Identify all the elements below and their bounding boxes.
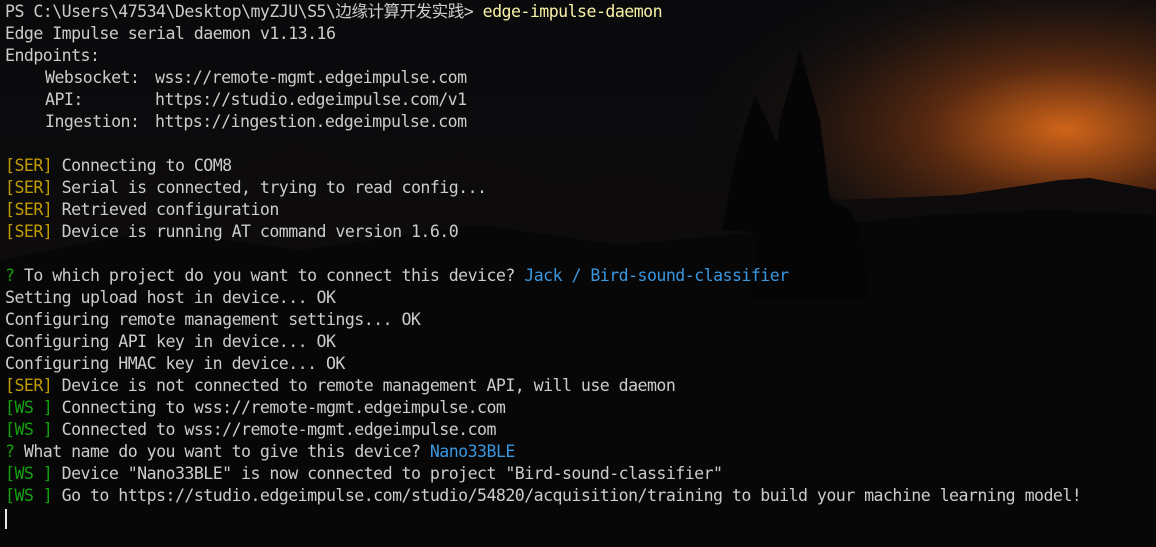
ws-tag: [WS ]: [5, 398, 53, 417]
log-text: Device "Nano33BLE" is now connected to p…: [61, 464, 723, 483]
log-line: [WS ] Go to https://studio.edgeimpulse.c…: [5, 485, 1156, 507]
status-line: Setting upload host in device... OK: [5, 288, 336, 307]
prompt-line: PS C:\Users\47534\Desktop\myZJU\S5\边缘计算开…: [5, 1, 1156, 23]
log-line: [SER] Device is not connected to remote …: [5, 375, 1156, 397]
question-line: ? To which project do you want to connec…: [5, 265, 1156, 287]
version-line: Edge Impulse serial daemon v1.13.16: [5, 24, 336, 43]
log-line: [SER] Serial is connected, trying to rea…: [5, 177, 1156, 199]
ws-tag: [WS ]: [5, 464, 53, 483]
question-text: To which project do you want to connect …: [23, 266, 515, 285]
ws-tag: [WS ]: [5, 486, 53, 505]
status-line: Configuring HMAC key in device... OK: [5, 354, 345, 373]
endpoint-api: API: https://studio.edgeimpulse.com/v1: [5, 89, 1156, 111]
endpoint-websocket: Websocket: wss://remote-mgmt.edgeimpulse.…: [5, 67, 1156, 89]
log-text: Connecting to wss://remote-mgmt.edgeimpu…: [61, 398, 506, 417]
log-text: Serial is connected, trying to read conf…: [61, 178, 487, 197]
status-line: Configuring API key in device... OK: [5, 332, 336, 351]
endpoint-value: wss://remote-mgmt.edgeimpulse.com: [155, 68, 467, 87]
terminal-output: PS C:\Users\47534\Desktop\myZJU\S5\边缘计算开…: [5, 1, 1156, 529]
endpoint-key: Websocket:: [45, 68, 140, 87]
question-mark: ?: [5, 266, 15, 285]
prompt-path: PS C:\Users\47534\Desktop\myZJU\S5\边缘计算开…: [5, 2, 474, 21]
question-answer: Jack / Bird-sound-classifier: [524, 266, 789, 285]
input-line[interactable]: [5, 507, 1156, 529]
endpoint-value: https://studio.edgeimpulse.com/v1: [155, 90, 467, 109]
log-text: Connected to wss://remote-mgmt.edgeimpul…: [61, 420, 497, 439]
log-text: Retrieved configuration: [61, 200, 280, 219]
endpoint-value: https://ingestion.edgeimpulse.com: [155, 112, 467, 131]
endpoints-title: Endpoints:: [5, 46, 100, 65]
ser-tag: [SER]: [5, 178, 53, 197]
question-text: What name do you want to give this devic…: [23, 442, 421, 461]
prompt-command: edge-impulse-daemon: [482, 2, 663, 21]
question-line: ? What name do you want to give this dev…: [5, 441, 1156, 463]
log-line: [WS ] Device "Nano33BLE" is now connecte…: [5, 463, 1156, 485]
log-text: Device is running AT command version 1.6…: [61, 222, 459, 241]
endpoint-key: API:: [45, 90, 83, 109]
log-line: [SER] Device is running AT command versi…: [5, 221, 1156, 243]
endpoint-key: Ingestion:: [45, 112, 140, 131]
ser-tag: [SER]: [5, 200, 53, 219]
status-line: Configuring remote management settings..…: [5, 310, 421, 329]
question-mark: ?: [5, 442, 15, 461]
question-answer: Nano33BLE: [429, 442, 516, 461]
log-text: Device is not connected to remote manage…: [61, 376, 676, 395]
terminal-window[interactable]: PS C:\Users\47534\Desktop\myZJU\S5\边缘计算开…: [0, 0, 1156, 547]
ser-tag: [SER]: [5, 156, 53, 175]
log-line: [WS ] Connecting to wss://remote-mgmt.ed…: [5, 397, 1156, 419]
text-cursor: [5, 508, 7, 529]
log-line: [WS ] Connected to wss://remote-mgmt.edg…: [5, 419, 1156, 441]
log-line: [SER] Retrieved configuration: [5, 199, 1156, 221]
endpoint-ingestion: Ingestion: https://ingestion.edgeimpulse.…: [5, 111, 1156, 133]
ws-tag: [WS ]: [5, 420, 53, 439]
log-text: Connecting to COM8: [61, 156, 232, 175]
ser-tag: [SER]: [5, 376, 53, 395]
log-text: Go to https://studio.edgeimpulse.com/stu…: [61, 486, 1082, 505]
log-line: [SER] Connecting to COM8: [5, 155, 1156, 177]
ser-tag: [SER]: [5, 222, 53, 241]
